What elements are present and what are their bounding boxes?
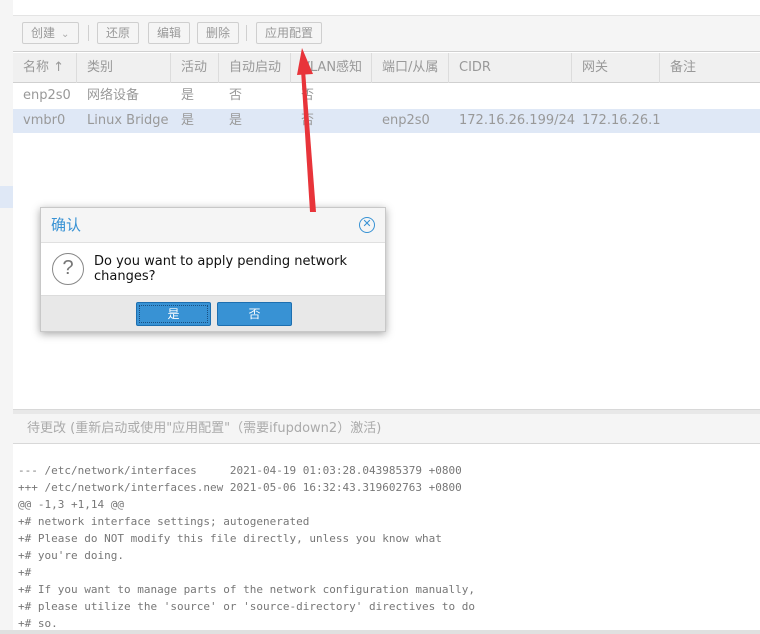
create-label: 创建 (31, 26, 56, 40)
cell-ports: enp2s0 (382, 113, 430, 128)
left-nav-strip (0, 0, 13, 634)
cell-active: 是 (181, 113, 195, 128)
cell-type: Linux Bridge (87, 113, 169, 128)
cell-autostart: 是 (229, 113, 243, 128)
column-header-cidr[interactable]: CIDR (449, 53, 572, 83)
toolbar: 创建 ⌄ 还原 编辑 删除 应用配置 (13, 16, 760, 52)
yes-button[interactable]: 是 (136, 302, 211, 326)
column-header-type[interactable]: 类别 (77, 53, 171, 83)
diff-line: +# Please do NOT modify this file direct… (18, 532, 442, 545)
diff-line: @@ -1,3 +1,14 @@ (18, 498, 124, 511)
column-header-vlan-aware[interactable]: VLAN感知 (291, 53, 372, 83)
cell-name: vmbr0 (23, 113, 66, 128)
cell-comment (660, 109, 670, 133)
cell-vlan-aware: 否 (301, 88, 315, 103)
column-header-autostart[interactable]: 自动启动 (219, 53, 291, 83)
toolbar-separator (88, 25, 89, 41)
dialog-title: 确认 (51, 216, 82, 234)
remove-button[interactable]: 删除 (197, 22, 240, 44)
bottom-scrollbar[interactable] (0, 630, 760, 634)
cell-type: 网络设备 (87, 88, 140, 103)
cell-cidr (449, 84, 459, 108)
dialog-footer: 是 否 (41, 295, 385, 331)
chevron-down-icon: ⌄ (61, 29, 70, 40)
cell-active: 是 (181, 88, 195, 103)
dialog-header: 确认 ✕ (41, 208, 385, 243)
dialog-message: Do you want to apply pending network cha… (94, 254, 348, 284)
cell-vlan-aware: 否 (301, 113, 315, 128)
question-icon: ? (52, 253, 84, 285)
diff-line: +# you're doing. (18, 549, 124, 562)
table-row-selected[interactable]: vmbr0 Linux Bridge 是 是 否 enp2s0 172.16.2… (13, 109, 760, 133)
column-header-active[interactable]: 活动 (171, 53, 219, 83)
column-header-comment[interactable]: 备注 (660, 53, 760, 83)
cell-gateway (572, 84, 582, 108)
create-button[interactable]: 创建 ⌄ (22, 22, 79, 44)
table-row[interactable]: enp2s0 网络设备 是 否 否 (13, 84, 760, 108)
diff-line: +# (18, 566, 32, 579)
confirm-dialog: 确认 ✕ ? Do you want to apply pending netw… (40, 207, 386, 332)
panel-top-bar (13, 0, 760, 16)
revert-button[interactable]: 还原 (97, 22, 140, 44)
diff-line: +# network interface settings; autogener… (18, 515, 310, 528)
diff-line: +# If you want to manage parts of the ne… (18, 583, 475, 596)
apply-config-button[interactable]: 应用配置 (256, 22, 323, 44)
cell-ports (372, 84, 382, 108)
column-header-gateway[interactable]: 网关 (572, 53, 660, 83)
cell-gateway: 172.16.26.1 (582, 113, 661, 128)
pending-diff: --- /etc/network/interfaces 2021-04-19 0… (18, 462, 758, 632)
cell-autostart: 否 (229, 88, 243, 103)
diff-line: +# please utilize the 'source' or 'sourc… (18, 600, 475, 613)
cell-cidr: 172.16.26.199/24 (459, 113, 576, 128)
toolbar-separator (246, 25, 247, 41)
close-icon[interactable]: ✕ (359, 217, 375, 233)
diff-line: --- /etc/network/interfaces 2021-04-19 0… (18, 464, 462, 477)
grid-header: 名称 ↑ 类别 活动 自动启动 VLAN感知 端口/从属 CIDR 网关 备注 (13, 53, 760, 83)
column-header-name[interactable]: 名称 ↑ (13, 53, 77, 83)
cell-name: enp2s0 (23, 88, 71, 103)
column-header-ports[interactable]: 端口/从属 (372, 53, 449, 83)
cell-comment (660, 84, 670, 108)
no-button[interactable]: 否 (217, 302, 292, 326)
left-nav-selected (0, 186, 13, 208)
pending-changes-title: 待更改 (重新启动或使用"应用配置"（需要ifupdown2）激活) (13, 414, 760, 444)
edit-button[interactable]: 编辑 (148, 22, 191, 44)
diff-line: +++ /etc/network/interfaces.new 2021-05-… (18, 481, 462, 494)
